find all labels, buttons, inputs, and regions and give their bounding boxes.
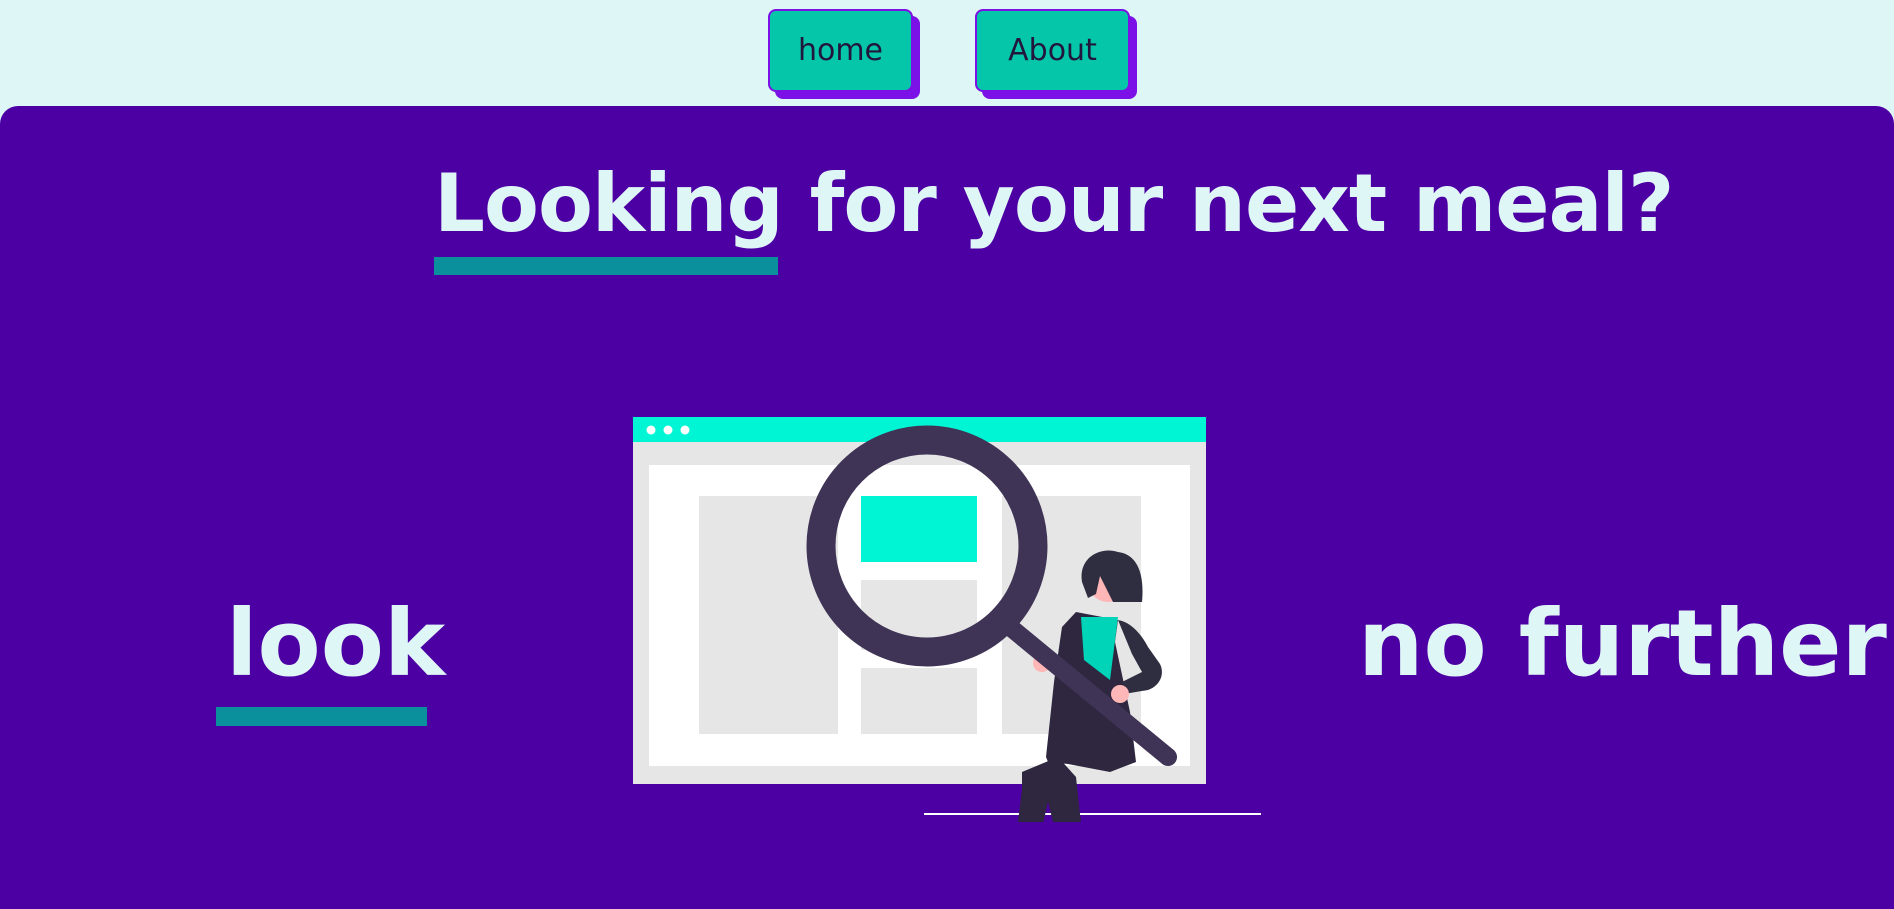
top-navigation: home About xyxy=(0,0,1894,106)
about-button[interactable]: About xyxy=(975,9,1130,92)
person-with-magnifying-glass-illustration xyxy=(633,417,1261,822)
look-text: look xyxy=(226,590,446,697)
page: home About Looking for your next meal? l… xyxy=(0,0,1894,909)
page-title: Looking for your next meal? xyxy=(434,157,1674,250)
title-underline xyxy=(434,257,778,275)
hero-section: Looking for your next meal? look no furt… xyxy=(0,106,1894,909)
no-further-text: no further xyxy=(1358,590,1887,697)
home-button[interactable]: home xyxy=(768,9,913,92)
look-underline xyxy=(216,707,427,726)
